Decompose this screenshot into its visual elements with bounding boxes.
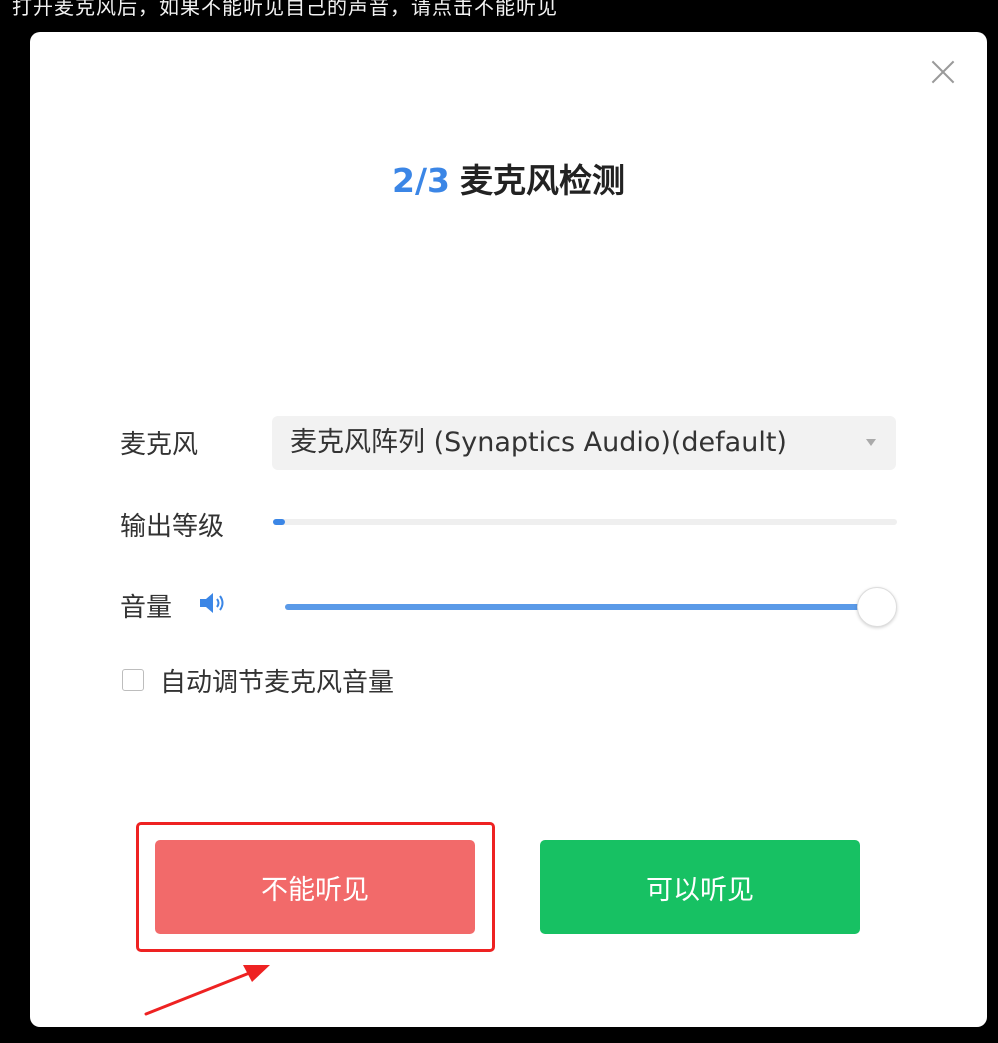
auto-adjust-checkbox[interactable] — [122, 669, 144, 691]
output-level-meter — [273, 519, 897, 525]
auto-adjust-label[interactable]: 自动调节麦克风音量 — [160, 662, 394, 699]
top-caption: 打开麦克风后，如果不能听见自己的声音，请点击不能听见 — [12, 0, 558, 19]
cant-hear-button[interactable]: 不能听见 — [155, 840, 475, 934]
dialog-title: 2/3 麦克风检测 — [30, 154, 987, 202]
volume-slider-thumb[interactable] — [857, 587, 897, 627]
speaker-icon — [200, 593, 224, 613]
can-hear-button[interactable]: 可以听见 — [540, 840, 860, 934]
step-indicator: 2/3 — [392, 161, 450, 200]
volume-slider[interactable] — [285, 587, 897, 627]
microphone-label: 麦克风 — [120, 430, 199, 460]
output-level-label: 输出等级 — [120, 512, 225, 542]
volume-label: 音量 — [120, 593, 173, 623]
microphone-select-value: 麦克风阵列 (Synaptics Audio)(default) — [290, 427, 787, 458]
title-text: 麦克风检测 — [459, 161, 625, 200]
chevron-down-icon — [866, 439, 876, 446]
close-icon[interactable] — [925, 54, 961, 90]
output-level-fill — [273, 519, 285, 525]
microphone-select[interactable]: 麦克风阵列 (Synaptics Audio)(default) — [272, 416, 896, 470]
volume-slider-fill — [285, 604, 877, 610]
microphone-test-dialog: 2/3 麦克风检测 麦克风 麦克风阵列 (Synaptics Audio)(def… — [30, 32, 987, 1027]
